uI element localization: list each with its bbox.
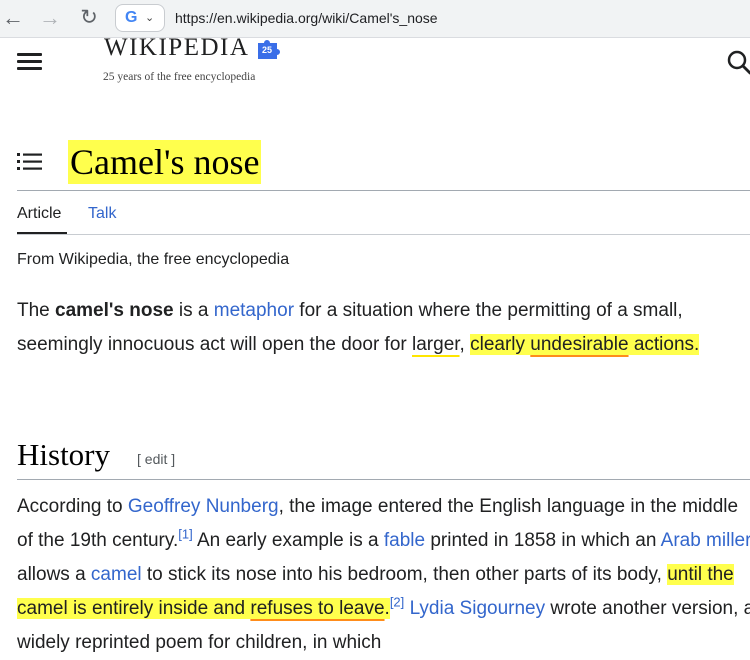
- lead-paragraph: The camel's nose is a metaphor for a sit…: [17, 294, 750, 362]
- page-title: Camel's nose: [68, 140, 262, 184]
- link-geoffrey-nunberg[interactable]: Geoffrey Nunberg: [128, 496, 279, 517]
- browser-toolbar: ← → ↻ G ⌄ https://en.wikipedia.org/wiki/…: [0, 0, 750, 38]
- text: allows a: [17, 564, 91, 585]
- bold-term: camel's nose: [55, 300, 174, 321]
- text: According to: [17, 496, 128, 517]
- forward-arrow-icon[interactable]: →: [38, 6, 62, 30]
- highlight-clearly: clearly: [470, 334, 526, 355]
- link-camel[interactable]: camel: [91, 564, 142, 585]
- wikipedia-wordmark[interactable]: WIKIPEDIA: [104, 34, 249, 62]
- google-icon: G: [125, 9, 138, 26]
- edit-section-link[interactable]: [ edit ]: [137, 450, 175, 468]
- reference-1[interactable]: [1]: [178, 527, 192, 542]
- underlined-word-larger: larger: [412, 334, 460, 355]
- text: is a: [173, 300, 214, 321]
- chevron-down-icon: ⌄: [145, 12, 155, 24]
- link-metaphor[interactable]: metaphor: [214, 300, 294, 321]
- link-fable[interactable]: fable: [384, 530, 425, 551]
- history-paragraph: According to Geoffrey Nunberg, the image…: [17, 490, 750, 660]
- section-heading-history: History: [17, 437, 110, 472]
- text: The: [17, 300, 56, 321]
- section-divider: [17, 479, 750, 480]
- site-subtitle: From Wikipedia, the free encyclopedia: [17, 251, 290, 268]
- site-tagline: 25 years of the free encyclopedia: [103, 71, 256, 83]
- highlight-refuses-to-leave: refuses to leave: [250, 598, 385, 619]
- tab-article[interactable]: Article: [17, 204, 61, 224]
- link-arab-miller[interactable]: Arab miller: [661, 530, 750, 551]
- hamburger-menu-icon[interactable]: [17, 51, 43, 73]
- highlight-undesirable: undesirable: [530, 334, 629, 355]
- site-info-chip[interactable]: G ⌄: [115, 4, 165, 32]
- text: ,: [459, 334, 471, 355]
- reference-2[interactable]: [2]: [390, 595, 404, 610]
- tab-talk[interactable]: Talk: [88, 204, 116, 224]
- link-lydia-sigourney[interactable]: Lydia Sigourney: [410, 598, 546, 619]
- search-icon[interactable]: [725, 48, 750, 78]
- text: printed in 1858 in which an: [425, 530, 661, 551]
- anniversary-badge-icon: 25: [258, 40, 280, 59]
- title-divider: [17, 190, 750, 191]
- back-arrow-icon[interactable]: ←: [1, 6, 25, 30]
- tabs-divider: [17, 234, 750, 235]
- address-bar-url[interactable]: https://en.wikipedia.org/wiki/Camel's_no…: [175, 9, 438, 27]
- table-of-contents-icon[interactable]: [17, 150, 43, 174]
- highlight-actions: actions.: [628, 334, 700, 355]
- text: to stick its nose into his bedroom, then…: [141, 564, 668, 585]
- reload-icon[interactable]: ↻: [77, 6, 101, 30]
- text: An early example is a: [192, 530, 384, 551]
- badge-text: 25: [262, 45, 272, 55]
